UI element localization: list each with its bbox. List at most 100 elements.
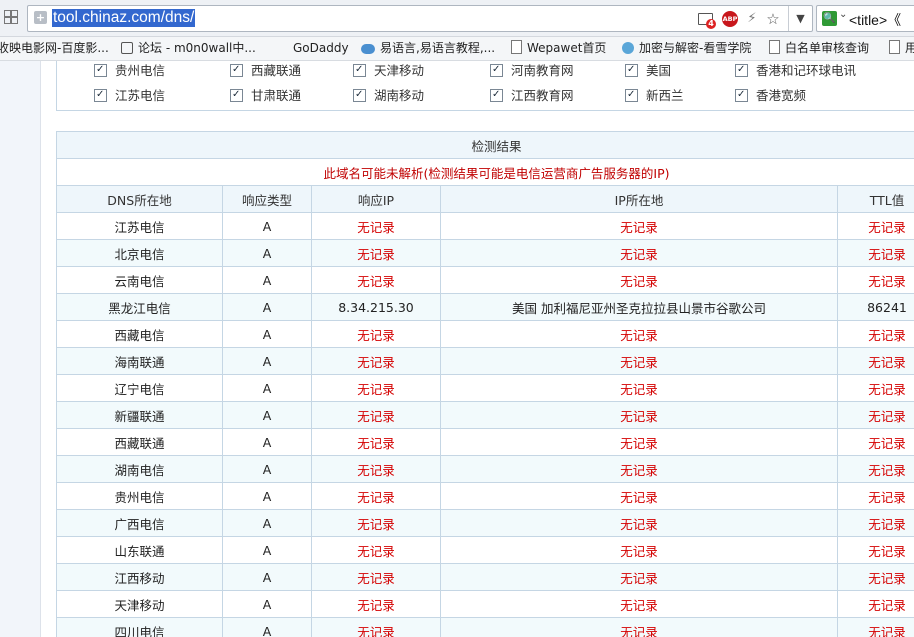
option-checkbox[interactable] [94, 62, 107, 78]
dns-location-cell: 海南联通 [56, 347, 223, 375]
table-row: 江西移动 A 无记录 无记录 无记录 [56, 563, 914, 591]
response-ip-cell: 无记录 [311, 401, 441, 429]
response-type-cell: A [222, 374, 312, 402]
dns-option[interactable]: 甘肃联通 [230, 87, 302, 104]
results-warning: 此域名可能未解析(检测结果可能是电信运营商广告服务器的IP) [56, 158, 914, 186]
ttl-cell: 无记录 [837, 563, 914, 591]
apps-grid-icon[interactable] [4, 10, 18, 24]
response-ip-cell: 无记录 [311, 455, 441, 483]
response-type-cell: A [222, 266, 312, 294]
search-box[interactable]: 🔍 ⌄ <title>《 [816, 5, 914, 32]
ttl-cell: 无记录 [837, 536, 914, 564]
option-label: 美国 [646, 63, 672, 78]
response-type-cell: A [222, 428, 312, 456]
bookmark-item[interactable]: 收映电影网-百度影... [0, 40, 109, 57]
response-type-cell: A [222, 401, 312, 429]
response-type-cell: A [222, 482, 312, 510]
ip-location-cell: 无记录 [440, 374, 838, 402]
dns-option[interactable]: 美国 [625, 62, 672, 79]
option-label: 江苏电信 [115, 88, 166, 103]
dns-location-cell: 广西电信 [56, 509, 223, 537]
dns-option[interactable]: 江苏电信 [94, 87, 166, 104]
bookmark-item[interactable]: 论坛 - m0n0wall中... [121, 40, 256, 57]
response-type-cell: A [222, 590, 312, 618]
dns-option[interactable]: 贵州电信 [94, 62, 166, 79]
response-ip-cell: 无记录 [311, 509, 441, 537]
bookmark-label: GoDaddy [293, 41, 349, 55]
option-checkbox[interactable] [353, 62, 366, 78]
bookmark-star-icon[interactable]: ☆ [765, 11, 781, 27]
bookmark-item[interactable]: Wepawet首页 [511, 40, 606, 57]
ip-location-cell: 美国 加利福尼亚州圣克拉拉县山景市谷歌公司 [440, 293, 838, 321]
ttl-cell: 无记录 [837, 455, 914, 483]
address-bar[interactable]: + tool.chinaz.com/dns/ 4 ABP ⚡ ☆ ▼ [27, 5, 813, 32]
response-ip-cell: 无记录 [311, 374, 441, 402]
option-checkbox[interactable] [625, 87, 638, 103]
bookmark-item[interactable]: 用 [889, 40, 914, 57]
search-engine-icon[interactable]: 🔍 [822, 11, 837, 26]
left-gutter [0, 61, 41, 637]
page-icon: + [34, 11, 47, 24]
search-text[interactable]: <title>《 [849, 10, 901, 30]
bookmark-item[interactable]: 易语言,易语言教程,... [361, 40, 495, 57]
option-label: 西藏联通 [251, 63, 302, 78]
notification-badge: 4 [706, 19, 716, 29]
table-row: 广西电信 A 无记录 无记录 无记录 [56, 509, 914, 537]
response-ip-cell: 8.34.215.30 [311, 293, 441, 321]
option-checkbox[interactable] [625, 62, 638, 78]
ip-location-cell: 无记录 [440, 347, 838, 375]
option-checkbox[interactable] [735, 87, 748, 103]
lightning-icon[interactable]: ⚡ [744, 11, 760, 27]
ttl-cell: 无记录 [837, 320, 914, 348]
dns-option[interactable]: 湖南移动 [353, 87, 424, 104]
option-label: 贵州电信 [115, 63, 166, 78]
table-row: 四川电信 A 无记录 无记录 无记录 [56, 617, 914, 637]
results-title: 检测结果 [56, 131, 914, 159]
dns-option[interactable]: 新西兰 [625, 87, 684, 104]
bookmark-item[interactable]: GoDaddy [293, 40, 349, 57]
response-ip-cell: 无记录 [311, 482, 441, 510]
header-dns-location: DNS所在地 [56, 185, 223, 213]
option-checkbox[interactable] [490, 62, 503, 78]
option-checkbox[interactable] [230, 62, 243, 78]
url-text[interactable]: tool.chinaz.com/dns/ [52, 9, 196, 27]
option-checkbox[interactable] [490, 87, 503, 103]
ip-location-cell: 无记录 [440, 320, 838, 348]
url-dropdown-icon[interactable]: ▼ [788, 6, 812, 31]
option-checkbox[interactable] [353, 87, 366, 103]
adblock-icon[interactable]: ABP [722, 11, 738, 27]
page-content: 贵州电信西藏联通天津移动河南教育网美国香港和记环球电讯江苏电信甘肃联通湖南移动江… [0, 61, 914, 637]
dns-option[interactable]: 香港和记环球电讯 [735, 62, 856, 79]
header-ttl: TTL值 [837, 185, 914, 213]
dns-location-cell: 贵州电信 [56, 482, 223, 510]
ip-location-cell: 无记录 [440, 482, 838, 510]
dns-option[interactable]: 河南教育网 [490, 62, 574, 79]
option-checkbox[interactable] [735, 62, 748, 78]
dns-option[interactable]: 江西教育网 [490, 87, 574, 104]
response-ip-cell: 无记录 [311, 617, 441, 637]
bookmark-label: 白名单审核查询 [785, 41, 870, 55]
ttl-cell: 86241 [837, 293, 914, 321]
response-type-cell: A [222, 536, 312, 564]
option-checkbox[interactable] [230, 87, 243, 103]
dns-option[interactable]: 天津移动 [353, 62, 424, 79]
dns-location-cell: 云南电信 [56, 266, 223, 294]
dns-option[interactable]: 西藏联通 [230, 62, 302, 79]
table-row: 贵州电信 A 无记录 无记录 无记录 [56, 482, 914, 510]
option-label: 香港宽频 [756, 88, 807, 103]
results-table: 检测结果 此域名可能未解析(检测结果可能是电信运营商广告服务器的IP) DNS所… [56, 131, 914, 637]
dns-location-cell: 黑龙江电信 [56, 293, 223, 321]
option-label: 甘肃联通 [251, 88, 302, 103]
screen-capture-icon[interactable]: 4 [698, 11, 716, 29]
ip-location-cell: 无记录 [440, 455, 838, 483]
table-row: 湖南电信 A 无记录 无记录 无记录 [56, 455, 914, 483]
response-ip-cell: 无记录 [311, 212, 441, 240]
search-engine-dropdown-icon[interactable]: ⌄ [839, 9, 847, 20]
bookmark-item[interactable]: 白名单审核查询 [769, 40, 869, 57]
ip-location-cell: 无记录 [440, 563, 838, 591]
header-response-ip: 响应IP [311, 185, 441, 213]
ip-location-cell: 无记录 [440, 617, 838, 637]
bookmark-item[interactable]: 加密与解密-看雪学院 [622, 40, 751, 57]
dns-option[interactable]: 香港宽频 [735, 87, 807, 104]
option-checkbox[interactable] [94, 87, 107, 103]
